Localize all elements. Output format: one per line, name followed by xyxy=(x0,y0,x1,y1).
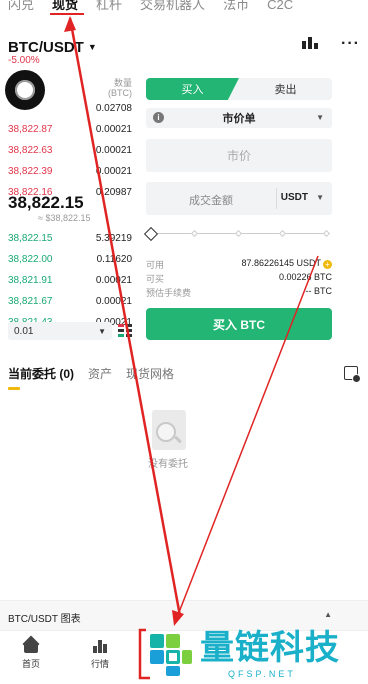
order-history-icon[interactable] xyxy=(344,366,361,383)
available-value-wrap: 87.86226145 USDT + xyxy=(241,258,332,270)
available-label: 可用 xyxy=(146,260,165,270)
available-row: 可用 87.86226145 USDT + xyxy=(146,258,332,270)
bid-qty: 5.39219 xyxy=(95,232,132,244)
slider-thumb[interactable] xyxy=(143,226,159,242)
ask-qty: 0.00021 xyxy=(95,165,132,177)
orders-tabs: 当前委托 (0) 资产 现货网格 xyxy=(8,365,358,387)
available-value: 87.86226145 USDT xyxy=(241,258,321,268)
sell-tab[interactable]: 卖出 xyxy=(239,78,332,100)
home-icon xyxy=(23,639,39,653)
tab-fiat[interactable]: 法币 xyxy=(223,0,249,12)
bid-qty: 0.00021 xyxy=(95,295,132,307)
buy-sell-toggle: 买入 卖出 xyxy=(146,78,332,100)
orderbook-layout-icon[interactable] xyxy=(118,324,132,338)
info-icon[interactable]: i xyxy=(153,112,164,123)
amount-slider[interactable] xyxy=(143,226,332,242)
tab-c2c[interactable]: C2C xyxy=(267,0,293,12)
fee-label: 预估手续费 xyxy=(146,288,192,298)
chevron-down-icon: ▼ xyxy=(316,113,324,122)
ask-row[interactable]: 38,822.87 0.00021 xyxy=(8,119,132,139)
tab-open-orders[interactable]: 当前委托 (0) xyxy=(8,365,74,387)
watermark-text: 量链科技 xyxy=(200,629,340,667)
ask-qty: 0.00021 xyxy=(95,123,132,135)
bid-row[interactable]: 38,822.15 5.39219 xyxy=(8,228,132,248)
last-price: 38,822.15 xyxy=(8,193,84,212)
amount-placeholder: 成交金额 xyxy=(189,195,233,207)
ask-qty: 0.02708 xyxy=(95,102,132,114)
order-type-value: 市价单 xyxy=(222,113,256,125)
tab-convert[interactable]: 闪兑 xyxy=(8,0,34,12)
empty-state-text: 没有委托 xyxy=(148,459,188,470)
qty-column-header: 数量 (BTC) xyxy=(108,78,132,98)
bid-row[interactable]: 38,822.00 0.11620 xyxy=(8,249,132,269)
chevron-down-icon: ▼ xyxy=(98,326,106,336)
caret-down-icon[interactable]: ▼ xyxy=(88,42,97,52)
buy-tab[interactable]: 买入 xyxy=(146,78,239,100)
pair-header: BTC/USDT ▼ ··· xyxy=(8,36,360,57)
divider xyxy=(276,188,277,209)
buyable-row: 可买 0.00226 BTC xyxy=(146,272,332,284)
bid-price: 38,822.15 xyxy=(8,232,53,244)
amount-field[interactable]: 成交金额 USDT ▼ xyxy=(146,182,332,215)
price-change: -5.00% xyxy=(8,55,40,66)
depth-value: 0.01 xyxy=(14,325,34,337)
header-actions: ··· xyxy=(301,36,360,52)
price-field: 市价 xyxy=(146,139,332,172)
recording-overlay-icon xyxy=(5,70,45,110)
tab-spot[interactable]: 现货 xyxy=(52,0,78,12)
fee-row: 预估手续费 -- BTC xyxy=(146,286,332,298)
bid-price: 38,822.00 xyxy=(8,253,53,265)
watermark: 量链科技 QFSP.NET xyxy=(148,626,368,684)
more-icon[interactable]: ··· xyxy=(341,36,360,52)
tab-assets[interactable]: 资产 xyxy=(88,365,112,387)
buyable-label: 可买 xyxy=(146,274,165,284)
plus-icon[interactable]: + xyxy=(323,260,332,269)
ask-price: 38,822.39 xyxy=(8,165,53,177)
buy-btc-button[interactable]: 买入 BTC xyxy=(146,308,332,340)
annotation-arrowhead xyxy=(64,16,76,32)
ask-price: 38,822.63 xyxy=(8,144,53,156)
nav-markets[interactable]: 行情 xyxy=(80,639,120,670)
tab-margin[interactable]: 杠杆 xyxy=(96,0,122,12)
bid-row[interactable]: 38,821.67 0.00021 xyxy=(8,291,132,311)
bid-qty: 0.11620 xyxy=(96,253,132,265)
chevron-up-icon[interactable]: ▲ xyxy=(324,610,332,619)
last-price-usd: ≈ $38,822.15 xyxy=(38,213,91,223)
slider-tick[interactable] xyxy=(190,229,199,238)
watermark-subtext: QFSP.NET xyxy=(228,669,296,679)
nav-home[interactable]: 首页 xyxy=(11,639,51,670)
nav-home-label: 首页 xyxy=(21,659,40,669)
slider-tick[interactable] xyxy=(234,229,243,238)
ask-qty: 0.20987 xyxy=(95,186,132,198)
bid-price: 38,821.91 xyxy=(8,274,53,286)
tab-trading-bot[interactable]: 交易机器人 xyxy=(140,0,205,12)
depth-precision-select[interactable]: 0.01 ▼ xyxy=(8,322,112,340)
empty-document-icon xyxy=(152,410,186,450)
bid-price: 38,821.67 xyxy=(8,295,53,307)
ask-price: 38,822.87 xyxy=(8,123,53,135)
chart-drawer-label: BTC/USDT 图表 xyxy=(8,614,81,625)
slider-tick[interactable] xyxy=(322,229,331,238)
tab-spot-grid[interactable]: 现货网格 xyxy=(126,365,174,387)
trade-mode-tabs: 闪兑 现货 杠杆 交易机器人 法币 C2C xyxy=(0,0,368,18)
ask-row[interactable]: 38,822.63 0.00021 xyxy=(8,140,132,160)
bid-row[interactable]: 38,821.91 0.00021 xyxy=(8,270,132,290)
watermark-logo-icon xyxy=(148,632,196,680)
nav-markets-label: 行情 xyxy=(90,659,109,669)
markets-icon xyxy=(92,639,108,653)
amount-unit-select[interactable]: USDT xyxy=(281,192,308,203)
chevron-down-icon: ▼ xyxy=(316,193,324,202)
ask-row[interactable]: 38,822.39 0.00021 xyxy=(8,161,132,181)
buyable-value: 0.00226 BTC xyxy=(278,272,332,282)
pair-selector[interactable]: BTC/USDT xyxy=(8,39,84,56)
ask-qty: 0.00021 xyxy=(95,144,132,156)
candlestick-icon[interactable] xyxy=(301,37,319,51)
bid-qty: 0.00021 xyxy=(95,274,132,286)
order-type-select[interactable]: i 市价单 ▼ xyxy=(146,108,332,128)
slider-tick[interactable] xyxy=(278,229,287,238)
fee-value: -- BTC xyxy=(305,286,333,296)
